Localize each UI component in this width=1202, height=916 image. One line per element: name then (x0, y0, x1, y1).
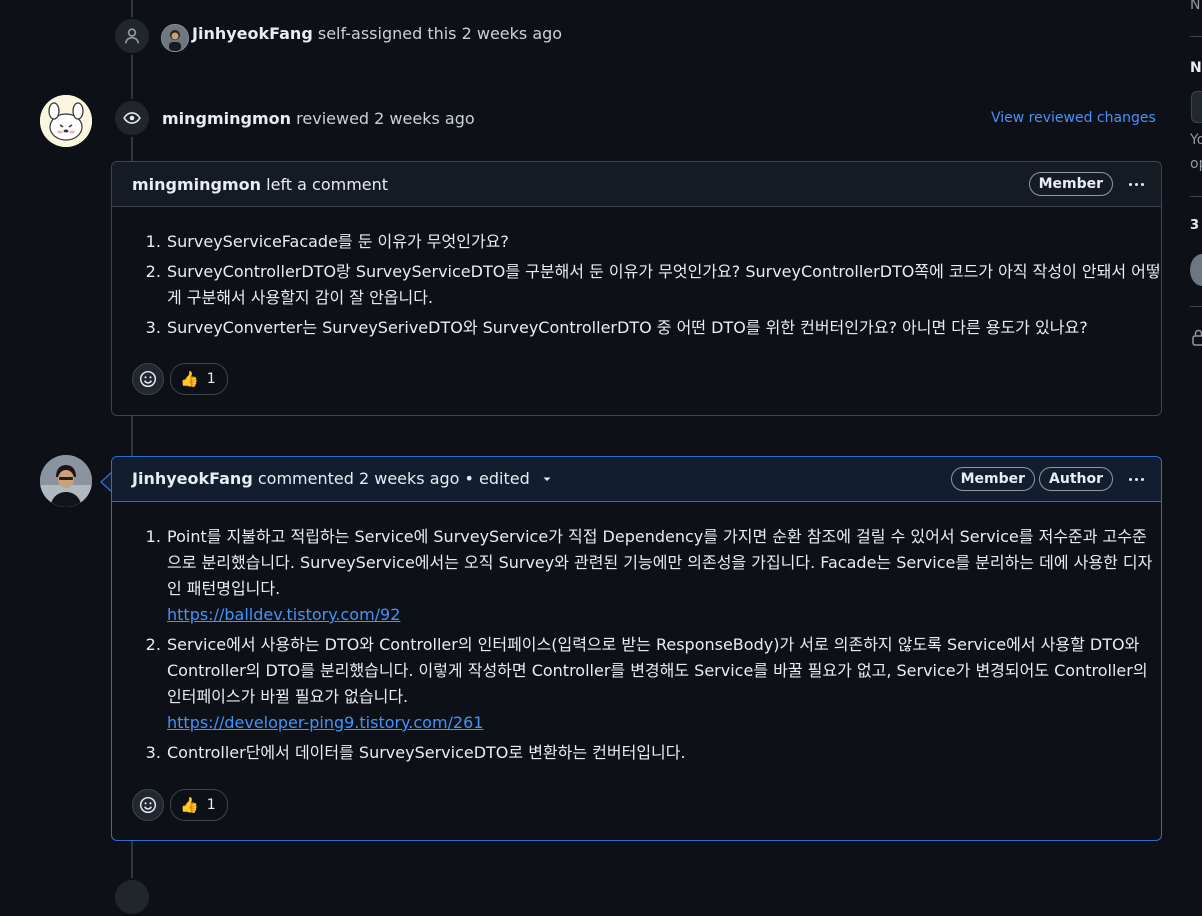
comment-header: JinhyeokFang commented 2 weeks ago • edi… (112, 457, 1161, 502)
assign-event-text: JinhyeokFang self-assigned this 2 weeks … (192, 24, 562, 43)
sidebar-fragment: Yo (1190, 132, 1202, 148)
avatar-mingmingmon[interactable] (40, 95, 92, 147)
comment-action: commented 2 weeks ago • edited (257, 469, 530, 488)
comment-header: mingmingmon left a comment Member (112, 162, 1161, 207)
avatar-jinhyeokfang[interactable] (40, 455, 92, 507)
list-item: Point를 지불하고 적립하는 Service에 SurveyService가… (166, 524, 1161, 628)
reference-link[interactable]: https://developer-ping9.tistory.com/261 (167, 713, 483, 732)
person-icon (113, 17, 151, 55)
sidebar-divider (1190, 36, 1202, 37)
thumbs-up-reaction[interactable]: 👍 1 (170, 363, 228, 395)
author-comment: JinhyeokFang commented 2 weeks ago • edi… (111, 456, 1162, 841)
sidebar-button[interactable] (1191, 91, 1202, 123)
reactions-bar: 👍 1 (132, 363, 228, 395)
review-event-desc: reviewed 2 weeks ago (296, 109, 475, 128)
reference-link[interactable]: https://balldev.tistory.com/92 (167, 605, 400, 624)
comment-body-list: Point를 지불하고 적립하는 Service에 SurveyService가… (112, 524, 1161, 766)
comment-author-link[interactable]: JinhyeokFang (132, 469, 253, 488)
author-badge: Author (1039, 467, 1113, 491)
list-item-text: Controller단에서 데이터를 SurveyServiceDTO로 변환하… (167, 743, 686, 762)
list-item: Service에서 사용하는 DTO와 Controller의 인터페이스(입력… (166, 632, 1161, 736)
sidebar-avatar[interactable] (1190, 254, 1202, 286)
add-reaction-button[interactable] (132, 363, 164, 395)
sidebar-divider (1190, 196, 1202, 197)
add-reaction-button[interactable] (132, 789, 164, 821)
list-item: SurveyControllerDTO랑 SurveyServiceDTO를 구… (166, 259, 1161, 311)
sidebar-divider (1190, 306, 1202, 307)
avatar-jinhyeokfang-small[interactable] (161, 24, 189, 52)
reaction-count: 1 (206, 371, 216, 387)
lock-icon (1192, 328, 1202, 350)
sidebar-fragment: N (1190, 60, 1202, 76)
smiley-icon (139, 370, 157, 388)
member-badge: Member (1028, 172, 1113, 196)
member-badge: Member (950, 467, 1036, 491)
comment-action: left a comment (266, 174, 389, 194)
thumbs-up-reaction[interactable]: 👍 1 (170, 789, 228, 821)
next-event-icon (113, 878, 151, 916)
review-comment: mingmingmon left a comment Member Survey… (111, 161, 1162, 416)
comment-author-link[interactable]: mingmingmon (132, 175, 261, 194)
assign-user-link[interactable]: JinhyeokFang (192, 24, 313, 43)
view-reviewed-changes-link[interactable]: View reviewed changes (991, 110, 1156, 126)
comment-header-text: JinhyeokFang commented 2 weeks ago • edi… (132, 469, 947, 489)
list-item: Controller단에서 데이터를 SurveyServiceDTO로 변환하… (166, 740, 1161, 766)
list-item-text: Service에서 사용하는 DTO와 Controller의 인터페이스(입력… (167, 635, 1148, 706)
list-item: SurveyServiceFacade를 둔 이유가 무엇인가요? (166, 229, 1161, 255)
review-user-link[interactable]: mingmingmon (162, 109, 291, 128)
comment-header-text: mingmingmon left a comment (132, 175, 1025, 194)
thumbs-up-icon: 👍 (180, 370, 199, 388)
eye-icon (113, 99, 151, 137)
comment-body-list: SurveyServiceFacade를 둔 이유가 무엇인가요? Survey… (112, 229, 1161, 341)
sidebar-fragment: N (1190, 0, 1201, 13)
reactions-bar: 👍 1 (132, 789, 228, 821)
smiley-icon (139, 796, 157, 814)
thumbs-up-icon: 👍 (180, 796, 199, 814)
reaction-count: 1 (206, 797, 216, 813)
more-options-icon[interactable] (1123, 469, 1149, 489)
list-item: SurveyConverter는 SurveySeriveDTO와 Survey… (166, 315, 1161, 341)
edited-dropdown-icon[interactable] (541, 470, 553, 489)
sidebar-fragment: op (1190, 156, 1202, 172)
more-options-icon[interactable] (1123, 174, 1149, 194)
review-event-text: mingmingmon reviewed 2 weeks ago (162, 109, 475, 128)
list-item-text: Point를 지불하고 적립하는 Service에 SurveyService가… (167, 527, 1153, 598)
assign-event-desc: self-assigned this 2 weeks ago (317, 24, 563, 43)
sidebar-fragment: 3 (1190, 218, 1200, 233)
